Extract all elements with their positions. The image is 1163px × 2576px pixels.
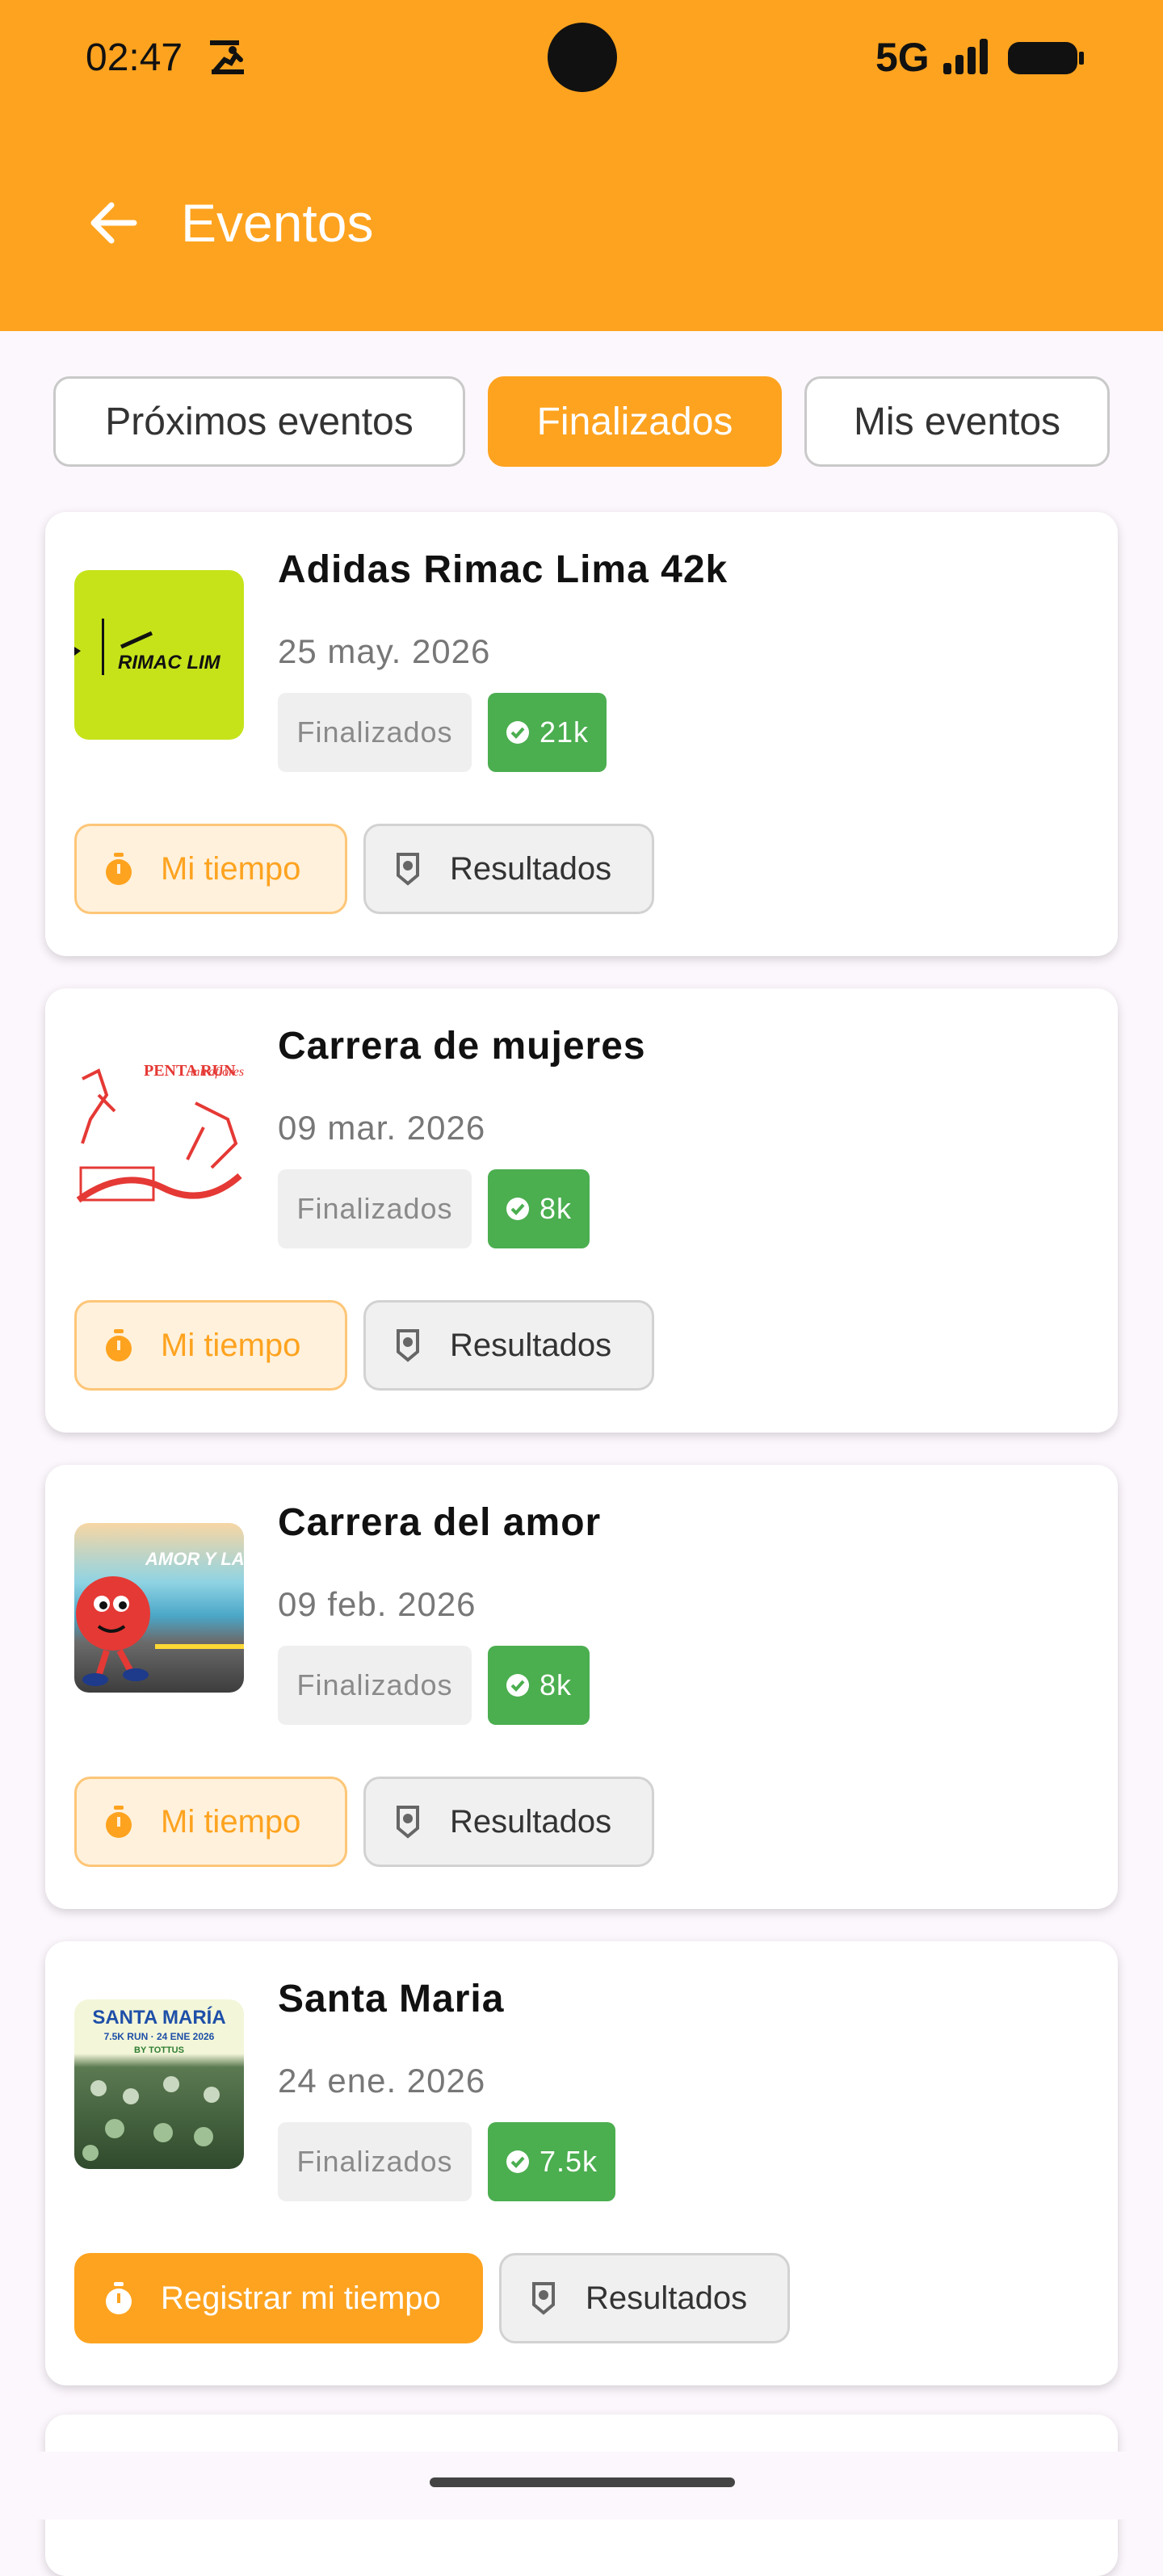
event-thumbnail: PENTA RUN miraflores (74, 1047, 244, 1216)
tab-finalizados[interactable]: Finalizados (488, 376, 782, 467)
distance-badge: 8k (488, 1646, 590, 1725)
registrar-mi-tiempo-label: Registrar mi tiempo (161, 2280, 441, 2316)
distance-label: 8k (540, 1668, 573, 1701)
distance-label: 7.5k (540, 2145, 598, 2178)
stopwatch-icon (106, 1329, 132, 1361)
resultados-button[interactable]: Resultados (363, 1300, 654, 1391)
event-card[interactable]: SANTA MARÍA 7.5K RUN · 24 ENE 2026 BY TO… (45, 1941, 1118, 2385)
thumb-logo-text-2: 7.5K RUN · 24 ENE 2026 (104, 2031, 215, 2042)
status-time: 02:47 (86, 36, 183, 79)
thumb-logo-text-3: BY TOTTUS (134, 2045, 184, 2055)
resultados-label: Resultados (450, 1327, 612, 1363)
event-card[interactable]: AMOR Y LA Carrera del amor 09 feb. 2026 … (45, 1465, 1118, 1909)
resultados-label: Resultados (586, 2280, 748, 2316)
battery-icon (1008, 42, 1084, 74)
event-name: Adidas Rimac Lima 42k (278, 548, 728, 591)
mi-tiempo-label: Mi tiempo (161, 1803, 301, 1840)
runner-notification-icon (210, 40, 244, 74)
distance-badge: 7.5k (488, 2122, 616, 2201)
award-icon (397, 1806, 419, 1839)
event-date: 24 ene. 2026 (278, 2062, 486, 2100)
award-icon (397, 853, 419, 886)
distance-label: 8k (540, 1192, 573, 1225)
arrow-left-icon[interactable] (81, 191, 145, 255)
status-badge: Finalizados (278, 1646, 472, 1725)
resultados-button[interactable]: Resultados (363, 824, 654, 914)
event-date: 09 mar. 2026 (278, 1109, 486, 1147)
distance-badge: 21k (488, 693, 607, 772)
event-thumbnail: SANTA MARÍA 7.5K RUN · 24 ENE 2026 BY TO… (74, 1999, 244, 2169)
event-thumbnail: RIMAC LIM (74, 570, 244, 740)
page-title: Eventos (181, 193, 374, 253)
thumb-logo-text-2: miraflores (191, 1065, 244, 1079)
resultados-button[interactable]: Resultados (363, 1777, 654, 1867)
stopwatch-icon (106, 853, 132, 885)
resultados-label: Resultados (450, 850, 612, 887)
status-badge: Finalizados (278, 693, 472, 772)
distance-badge: 8k (488, 1169, 590, 1248)
check-circle-icon (506, 1198, 529, 1220)
event-date: 09 feb. 2026 (278, 1585, 477, 1623)
resultados-button[interactable]: Resultados (499, 2253, 790, 2343)
event-name: Carrera de mujeres (278, 1025, 646, 1068)
signal-icon (943, 39, 988, 74)
event-name: Carrera del amor (278, 1501, 602, 1544)
event-thumbnail: AMOR Y LA (74, 1523, 244, 1693)
thumb-logo-text: RIMAC LIM (118, 652, 221, 673)
award-icon (532, 2282, 555, 2315)
status-badge: Finalizados (278, 2122, 472, 2201)
event-date: 25 may. 2026 (278, 632, 491, 670)
stopwatch-icon (106, 1806, 132, 1838)
event-card[interactable]: RIMAC LIM Adidas Rimac Lima 42k 25 may. … (45, 512, 1118, 956)
home-indicator[interactable] (430, 2477, 735, 2487)
mi-tiempo-label: Mi tiempo (161, 850, 301, 887)
thumb-logo-text: AMOR Y LA (145, 1549, 244, 1569)
check-circle-icon (506, 721, 529, 744)
tab-mis-eventos[interactable]: Mis eventos (804, 376, 1110, 467)
check-circle-icon (506, 2150, 529, 2173)
mi-tiempo-button[interactable]: Mi tiempo (74, 824, 347, 914)
app-bar: 02:47 5G Eventos (0, 0, 1163, 331)
award-icon (397, 1329, 419, 1362)
event-name: Santa Maria (278, 1978, 505, 2020)
stopwatch-icon (106, 2282, 132, 2314)
event-card[interactable]: PENTA RUN miraflores Carrera de mujeres … (45, 988, 1118, 1433)
registrar-mi-tiempo-button[interactable]: Registrar mi tiempo (74, 2253, 483, 2343)
network-type: 5G (875, 35, 930, 80)
tab-proximos-eventos[interactable]: Próximos eventos (53, 376, 465, 467)
mi-tiempo-button[interactable]: Mi tiempo (74, 1300, 347, 1391)
mi-tiempo-label: Mi tiempo (161, 1327, 301, 1363)
resultados-label: Resultados (450, 1803, 612, 1840)
mi-tiempo-button[interactable]: Mi tiempo (74, 1777, 347, 1867)
camera-cutout (548, 23, 617, 92)
distance-label: 21k (540, 715, 590, 749)
status-badge: Finalizados (278, 1169, 472, 1248)
check-circle-icon (506, 1674, 529, 1697)
thumb-logo-text: SANTA MARÍA (92, 2006, 225, 2028)
